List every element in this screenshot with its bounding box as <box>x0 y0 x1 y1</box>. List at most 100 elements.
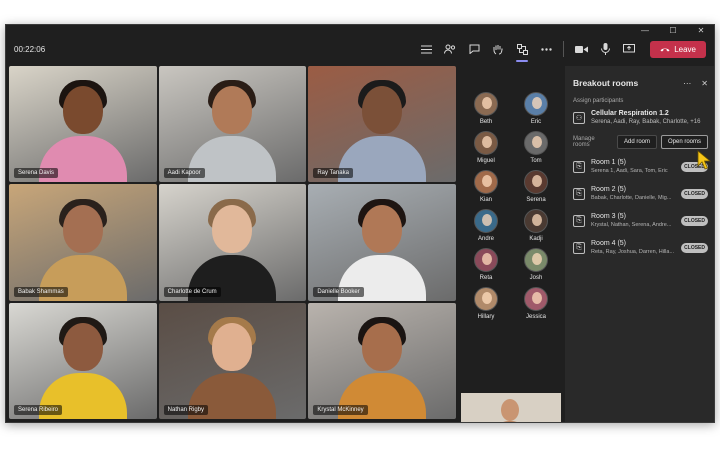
avatar <box>474 170 498 194</box>
room-item[interactable]: ⎘ Room 1 (5) Serena 1, Aadi, Sara, Tom, Er… <box>565 153 714 180</box>
maximize-icon[interactable]: ☐ <box>666 26 680 35</box>
video-tile[interactable]: Charlotte de Crum <box>158 184 307 301</box>
list-icon[interactable] <box>419 42 433 56</box>
roster-name: Andre <box>477 236 494 242</box>
avatar <box>524 209 548 233</box>
avatar <box>524 170 548 194</box>
room-icon: ⎘ <box>573 187 585 200</box>
roster-participant[interactable]: Tom <box>511 131 561 164</box>
more-icon[interactable] <box>539 42 553 56</box>
window-controls: — ☐ ✕ <box>6 25 714 36</box>
close-window-icon[interactable]: ✕ <box>694 26 708 35</box>
more-options-icon[interactable]: ⋯ <box>683 79 691 88</box>
participant-name-label: Serena Davis <box>14 168 59 179</box>
chat-icon[interactable] <box>467 42 481 56</box>
participant-name-label: Charlotte de Crum <box>163 286 221 297</box>
room-name: Room 3 (5) <box>591 213 627 220</box>
roster-participant[interactable]: Kadji <box>511 209 561 242</box>
room-members: Babak, Charlotte, Danielle, Mig... <box>591 195 672 201</box>
room-name: Room 1 (5) <box>591 159 627 166</box>
share-screen-icon[interactable] <box>622 42 636 56</box>
room-icon: ⎘ <box>573 160 585 173</box>
video-tile[interactable]: Aadi Kapoor <box>158 66 307 183</box>
session-title: Cellular Respiration 1.2 <box>591 110 669 117</box>
roster-participant[interactable]: Jessica <box>511 287 561 320</box>
roster-participant[interactable]: Reta <box>461 248 511 281</box>
roster-participant[interactable]: Andre <box>461 209 511 242</box>
people-icon[interactable] <box>443 42 457 56</box>
panel-title: Breakout rooms <box>573 78 639 88</box>
roster-name: Beth <box>479 119 493 125</box>
roster-name: Miguel <box>477 158 495 164</box>
participant-video <box>338 78 427 183</box>
room-item[interactable]: ⎘ Room 4 (5) Reta, Ray, Joshua, Darren, Hi… <box>565 234 714 261</box>
self-view-video[interactable] <box>461 393 561 422</box>
avatar <box>524 131 548 155</box>
participant-name-label: Krystal McKinney <box>313 405 368 415</box>
participant-name-label: Serena Ribeiro <box>14 405 63 415</box>
status-badge: CLOSED <box>681 242 708 253</box>
roster-participant[interactable]: Hillary <box>461 287 511 320</box>
video-tile[interactable]: Nathan Rigby <box>158 302 307 419</box>
roster-participant[interactable]: Serena <box>511 170 561 203</box>
session-item[interactable]: ⚇ Cellular Respiration 1.2 Serena, Aadi,… <box>565 108 714 127</box>
participant-video <box>38 197 127 301</box>
avatar <box>474 131 498 155</box>
room-name: Room 4 (5) <box>591 240 627 247</box>
participant-video <box>38 315 127 419</box>
manage-rooms-label: Manage rooms <box>573 136 595 148</box>
room-list: ⎘ Room 1 (5) Serena 1, Aadi, Sara, Tom, Er… <box>565 153 714 261</box>
avatar <box>524 287 548 311</box>
mouse-cursor-icon <box>697 150 711 170</box>
roster-participant[interactable]: Beth <box>461 92 511 125</box>
open-rooms-button[interactable]: Open rooms <box>661 135 708 149</box>
participant-video <box>188 78 277 183</box>
video-tile[interactable]: Krystal McKinney <box>308 302 456 419</box>
toolbar-divider <box>563 41 565 57</box>
minimize-icon[interactable]: — <box>638 26 652 35</box>
close-panel-icon[interactable]: ✕ <box>701 79 708 88</box>
raise-hand-icon[interactable] <box>491 42 505 56</box>
avatar <box>474 287 498 311</box>
roster-name: Serena <box>526 197 546 203</box>
microphone-icon[interactable] <box>598 42 612 56</box>
room-members: Krystal, Nathan, Serena, Andre... <box>591 222 672 228</box>
video-tile[interactable]: Ray Tanaka <box>308 66 456 183</box>
room-icon: ⎘ <box>573 214 585 227</box>
assign-people-icon: ⚇ <box>573 111 585 124</box>
phone-hangup-icon <box>660 45 670 54</box>
meeting-toolbar: 00:22:06 Leave <box>6 36 714 62</box>
room-item[interactable]: ⎘ Room 3 (5) Krystal, Nathan, Serena, Andr… <box>565 207 714 234</box>
breakout-rooms-icon[interactable] <box>515 42 529 62</box>
video-tile[interactable]: Serena Ribeiro <box>9 302 157 419</box>
avatar <box>524 92 548 116</box>
leave-button[interactable]: Leave <box>650 40 706 58</box>
participant-name-label: Ray Tanaka <box>313 168 353 179</box>
participant-name-label: Babak Shammas <box>14 286 68 297</box>
leave-label: Leave <box>674 44 696 54</box>
avatar <box>474 248 498 272</box>
participant-name-label: Danielle Booker <box>313 286 364 297</box>
roster-participant[interactable]: Kian <box>461 170 511 203</box>
participant-video <box>338 315 427 419</box>
roster-participant[interactable]: Eric <box>511 92 561 125</box>
room-members: Reta, Ray, Joshua, Darren, Hilla... <box>591 249 675 255</box>
room-name: Room 2 (5) <box>591 186 627 193</box>
camera-icon[interactable] <box>574 42 588 56</box>
roster-participant[interactable]: Josh <box>511 248 561 281</box>
video-tile[interactable]: Babak Shammas <box>9 184 157 301</box>
roster-name: Josh <box>529 275 543 281</box>
roster-name: Eric <box>530 119 542 125</box>
roster-participant[interactable]: Miguel <box>461 131 511 164</box>
session-members: Serena, Aadi, Ray, Babak, Charlotte, +16 <box>591 119 701 125</box>
roster-name: Jessica <box>525 314 546 320</box>
participant-video <box>38 78 127 183</box>
video-tile[interactable]: Danielle Booker <box>308 184 456 301</box>
assign-participants-label: Assign participants <box>573 98 624 104</box>
room-item[interactable]: ⎘ Room 2 (5) Babak, Charlotte, Danielle, M… <box>565 180 714 207</box>
add-room-button[interactable]: Add room <box>617 135 657 149</box>
participant-video <box>338 197 427 301</box>
roster-name: Reta <box>479 275 493 281</box>
teams-meeting-window: — ☐ ✕ 00:22:06 Leave Serena Davis Aadi K… <box>5 24 715 423</box>
video-tile[interactable]: Serena Davis <box>9 66 157 183</box>
